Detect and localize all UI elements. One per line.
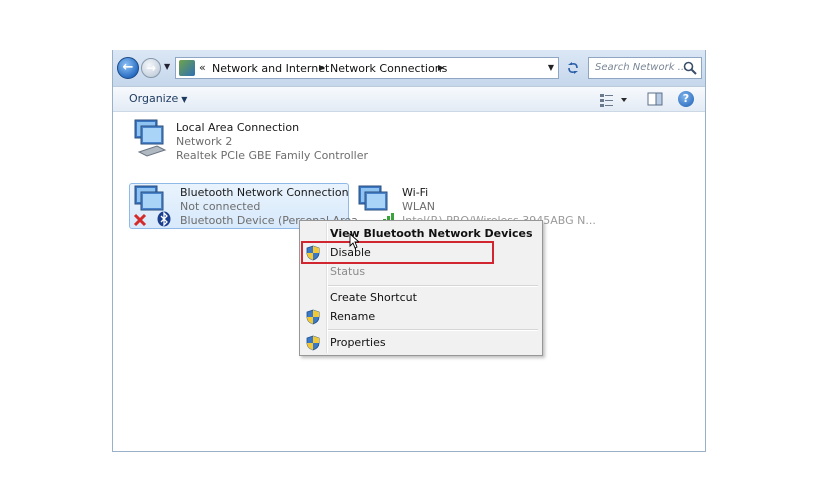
- menu-item-status: Status: [302, 262, 540, 282]
- search-input[interactable]: Search Network ...: [595, 62, 687, 73]
- connection-name: Local Area Connection: [176, 121, 300, 134]
- network-adapter-icon: [134, 119, 167, 157]
- organize-label: Organize: [129, 92, 179, 105]
- organize-menu[interactable]: Organize ▼: [129, 92, 187, 105]
- breadcrumb-network-and-internet[interactable]: Network and Internet: [212, 62, 329, 75]
- breadcrumb-chevron-icon[interactable]: ▶: [319, 63, 325, 72]
- connection-name: Wi-Fi: [402, 186, 429, 199]
- control-panel-icon: [179, 60, 195, 76]
- breadcrumb-overflow[interactable]: «: [199, 61, 206, 74]
- preview-pane-icon[interactable]: [647, 92, 663, 106]
- connection-status: Not connected: [180, 200, 261, 213]
- menu-separator: [328, 285, 538, 287]
- menu-item-label: View Bluetooth Network Devices: [330, 227, 533, 240]
- menu-item-label: Rename: [330, 310, 376, 323]
- uac-shield-icon: [306, 309, 320, 325]
- menu-item-label: Create Shortcut: [330, 291, 417, 304]
- forward-button[interactable]: →: [141, 58, 161, 78]
- address-dropdown-icon[interactable]: ▼: [548, 63, 554, 72]
- connection-local-area[interactable]: Local Area Connection Network 2 Realtek …: [129, 118, 369, 164]
- mouse-cursor-icon: [349, 233, 359, 249]
- connection-name: Bluetooth Network Connection: [180, 186, 349, 199]
- uac-shield-icon: [306, 335, 320, 351]
- disconnected-x-icon: [133, 213, 147, 227]
- connection-network: WLAN: [402, 200, 436, 213]
- search-icon[interactable]: [683, 61, 697, 75]
- recent-pages-dropdown[interactable]: ▼: [164, 62, 170, 71]
- chevron-down-icon: ▼: [181, 95, 188, 104]
- help-button[interactable]: ?: [678, 91, 694, 107]
- menu-item-properties[interactable]: Properties: [302, 333, 540, 353]
- connection-device: Realtek PCIe GBE Family Controller: [176, 149, 369, 162]
- back-button[interactable]: ←: [117, 57, 139, 79]
- menu-item-label: Status: [330, 265, 366, 278]
- breadcrumb-chevron-icon[interactable]: ▶: [438, 63, 444, 72]
- connection-network: Network 2: [176, 135, 233, 148]
- breadcrumb-network-connections[interactable]: Network Connections: [330, 62, 447, 75]
- disable-highlight-annotation: [301, 241, 494, 264]
- address-bar: ← → ▼ « Network and Internet ▶ Network C…: [113, 50, 705, 86]
- refresh-button[interactable]: [563, 57, 583, 79]
- menu-item-create-shortcut[interactable]: Create Shortcut: [302, 288, 540, 308]
- bluetooth-icon: [157, 211, 171, 227]
- menu-item-rename[interactable]: Rename: [302, 307, 540, 327]
- menu-item-label: Properties: [330, 336, 386, 349]
- change-view-icon[interactable]: [599, 92, 629, 108]
- command-bar: Organize ▼ ?: [113, 86, 705, 112]
- search-box[interactable]: Search Network ...: [588, 57, 702, 79]
- refresh-icon: [568, 62, 578, 74]
- menu-separator: [328, 329, 538, 331]
- address-field[interactable]: « Network and Internet ▶ Network Connect…: [175, 57, 559, 79]
